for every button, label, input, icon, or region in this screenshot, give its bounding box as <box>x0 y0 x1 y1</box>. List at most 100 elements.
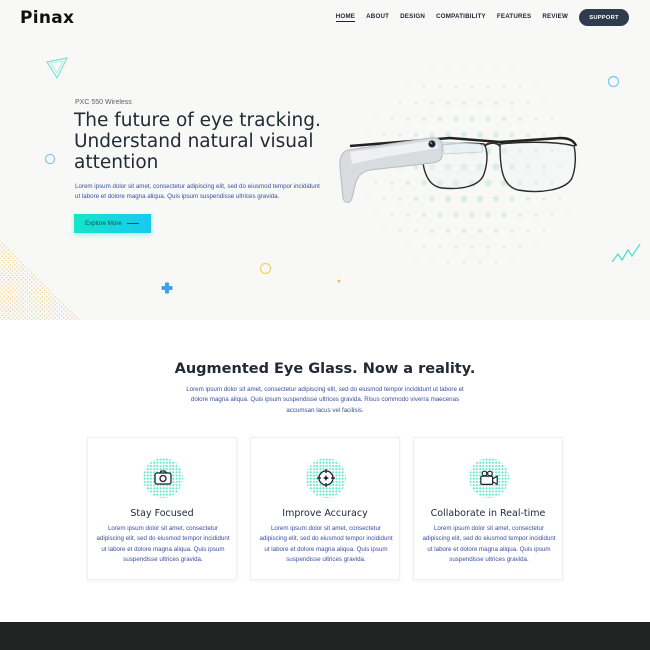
star-decoration <box>438 84 442 89</box>
nav-home[interactable]: HOME <box>335 13 356 22</box>
star-decoration <box>542 229 546 233</box>
section-title: Augmented Eye Glass. Now a reality. <box>174 361 476 377</box>
nav-design[interactable]: DESIGN <box>400 13 425 22</box>
dot-decoration <box>407 86 409 88</box>
logo[interactable]: Pinax <box>20 8 74 28</box>
star-decoration <box>500 115 508 122</box>
dot-decoration <box>479 70 481 72</box>
arrow-line-icon <box>126 223 139 224</box>
star-decoration <box>550 213 554 217</box>
feature-text: Lorem ipsum dolor sit amet, consectetur … <box>422 525 556 564</box>
star-decoration <box>469 84 475 89</box>
star-decoration <box>453 84 459 89</box>
star-decoration <box>429 100 435 106</box>
dot-decoration <box>375 118 377 120</box>
star-decoration <box>405 116 411 121</box>
star-decoration <box>484 210 492 219</box>
footer <box>0 622 650 650</box>
hero-description: Lorem ipsum dolor sit amet, consectetur … <box>75 183 320 201</box>
star-decoration <box>468 115 476 123</box>
feature-title: Collaborate in Real-time <box>430 508 546 519</box>
star-decoration <box>494 261 498 265</box>
star-decoration <box>493 227 499 234</box>
feature-card-collaborate: Collaborate in Real-time Lorem ipsum dol… <box>413 437 563 580</box>
dot-decoration <box>495 70 497 72</box>
star-decoration <box>550 117 554 121</box>
star-decoration <box>437 244 443 249</box>
dot-decoration <box>535 246 537 248</box>
star-decoration <box>502 85 506 89</box>
dot-decoration <box>511 70 513 72</box>
dot-decoration <box>447 70 449 72</box>
nav-about[interactable]: ABOUT <box>366 13 389 22</box>
star-decoration <box>446 261 450 265</box>
star-decoration <box>452 115 460 123</box>
star-decoration <box>398 229 402 233</box>
star-decoration <box>477 99 483 106</box>
star-decoration <box>429 228 435 234</box>
support-button[interactable]: SUPPORT <box>579 9 629 26</box>
hero-subtitle: PXC 550 Wireless <box>75 99 132 106</box>
dot-decoration <box>543 102 545 104</box>
star-decoration <box>533 116 539 121</box>
star-decoration <box>461 99 467 106</box>
star-decoration <box>509 100 515 106</box>
feature-text: Lorem ipsum dolor sit amet, consectetur … <box>96 525 230 564</box>
header: Pinax HOME ABOUT DESIGN COMPATIBILITY FE… <box>0 0 650 36</box>
explore-more-button[interactable]: Explore More <box>74 214 151 233</box>
star-decoration <box>526 100 530 105</box>
feature-text: Lorem ipsum dolor sit amet, consectetur … <box>259 525 393 564</box>
circle-decoration-icon <box>607 75 620 88</box>
star-decoration <box>517 116 523 122</box>
smart-glasses-image <box>339 136 578 203</box>
star-decoration <box>398 101 402 105</box>
section-description: Lorem ipsum dolor sit amet, consectetur … <box>186 386 464 414</box>
star-decoration <box>476 227 484 234</box>
dotted-pattern-decoration <box>0 240 80 320</box>
feature-title: Improve Accuracy <box>282 508 368 519</box>
wave-decoration-icon <box>611 243 641 263</box>
explore-more-label: Explore More <box>85 220 122 227</box>
main-nav: HOME ABOUT DESIGN COMPATIBILITY FEATURES… <box>335 13 568 22</box>
star-decoration <box>390 117 394 121</box>
feature-title: Stay Focused <box>130 508 194 519</box>
star-decoration <box>493 100 499 106</box>
star-decoration <box>533 212 539 217</box>
star-decoration <box>469 244 475 250</box>
star-decoration <box>462 261 466 265</box>
dot-decoration-icon <box>337 279 341 283</box>
nav-features[interactable]: FEATURES <box>497 13 532 22</box>
target-icon <box>317 469 335 487</box>
circle-decoration-icon <box>259 262 272 275</box>
triangle-decoration-icon <box>46 57 69 80</box>
star-decoration <box>422 245 426 249</box>
icon-halo <box>306 458 346 498</box>
star-decoration <box>390 213 394 217</box>
star-decoration <box>420 211 428 218</box>
star-decoration <box>422 85 426 89</box>
star-decoration <box>501 244 507 249</box>
star-decoration <box>517 211 523 218</box>
star-decoration <box>468 210 476 219</box>
star-decoration <box>484 115 492 123</box>
star-decoration <box>413 228 419 233</box>
nav-review[interactable]: REVIEW <box>542 13 568 22</box>
nav-compatibility[interactable]: COMPATIBILITY <box>436 13 486 22</box>
plus-decoration-icon <box>161 282 173 294</box>
feature-card-stay-focused: Stay Focused Lorem ipsum dolor sit amet,… <box>87 437 237 580</box>
camera-icon <box>154 470 172 485</box>
dot-decoration <box>567 214 569 216</box>
dot-decoration <box>407 246 409 248</box>
star-decoration <box>453 244 459 250</box>
feature-card-improve-accuracy: Improve Accuracy Lorem ipsum dolor sit a… <box>250 437 400 580</box>
icon-halo <box>143 458 183 498</box>
star-decoration <box>436 115 444 122</box>
star-decoration <box>460 227 468 234</box>
dot-decoration <box>375 214 377 216</box>
star-decoration <box>452 210 460 219</box>
dot-decoration <box>431 262 433 264</box>
star-decoration <box>444 227 452 234</box>
star-decoration <box>413 100 419 105</box>
star-decoration <box>485 84 491 89</box>
star-decoration <box>421 115 427 122</box>
